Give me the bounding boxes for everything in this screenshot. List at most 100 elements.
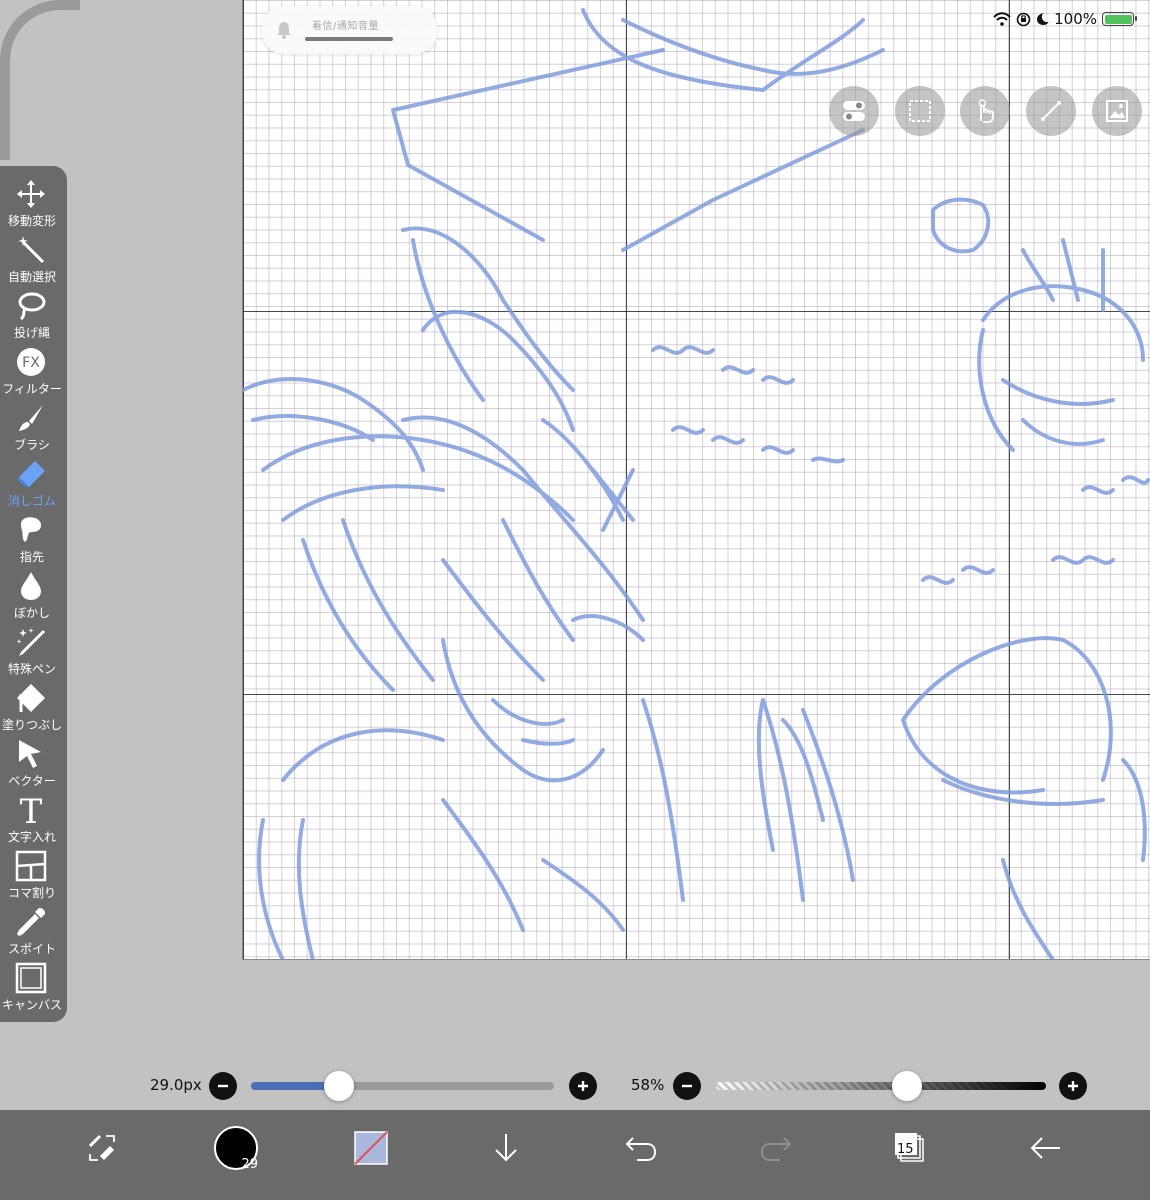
- opacity-slider-knob[interactable]: [892, 1071, 923, 1101]
- ruler-button[interactable]: [1026, 86, 1076, 136]
- svg-text:FX: FX: [22, 355, 40, 371]
- tool-special-pen[interactable]: 特殊ペン: [0, 620, 64, 676]
- tool-label: キャンバス: [1, 998, 62, 1012]
- device-frame-corner: [0, 0, 80, 160]
- tool-filter[interactable]: FX フィルター: [0, 340, 64, 396]
- download-button[interactable]: [482, 1124, 530, 1172]
- battery-icon: [1102, 12, 1137, 26]
- hand-touch-icon: [978, 99, 994, 123]
- arrow-down-icon: [495, 1134, 517, 1162]
- opacity-decrease-button[interactable]: [673, 1072, 701, 1100]
- rotation-lock-icon: [1016, 12, 1031, 26]
- opacity-increase-button[interactable]: [1059, 1072, 1087, 1100]
- brush-preview-circle: 29: [214, 1126, 258, 1172]
- drawing-canvas[interactable]: [242, 0, 1150, 960]
- tool-label: ブラシ: [14, 438, 50, 452]
- magic-wand-icon: [18, 236, 45, 264]
- selection-button[interactable]: [895, 86, 945, 136]
- toggle-icon: [843, 101, 865, 121]
- brush-preview-number: 29: [241, 1157, 258, 1172]
- plus-icon: [1068, 1081, 1078, 1091]
- tool-label: 指先: [19, 550, 44, 564]
- tool-label: 投げ縄: [13, 326, 50, 340]
- tool-label: コマ割り: [7, 886, 56, 900]
- tool-fill[interactable]: 塗りつぶし: [0, 676, 64, 732]
- text-icon: T: [20, 794, 43, 826]
- tool-finger[interactable]: 指先: [0, 508, 64, 564]
- bell-icon: [277, 22, 291, 39]
- transparent-color-icon: [354, 1131, 388, 1165]
- notification-text: 着信/通知音量: [312, 21, 379, 32]
- brush-size-increase-button[interactable]: [569, 1072, 597, 1100]
- redo-icon: [760, 1137, 792, 1161]
- undo-button[interactable]: [617, 1124, 665, 1172]
- bottom-toolbar: 29 15: [0, 1110, 1150, 1200]
- tool-label: 特殊ペン: [7, 662, 56, 676]
- tool-blur[interactable]: ぼかし: [0, 564, 64, 620]
- move-icon: [17, 180, 45, 208]
- opacity-slider[interactable]: [716, 1082, 1046, 1090]
- opacity-value: 58%: [631, 1076, 665, 1094]
- blur-drop-icon: [21, 572, 41, 600]
- tool-label: 消しゴム: [7, 494, 56, 508]
- panel-divide-icon: [15, 850, 47, 882]
- brush-icon: [19, 405, 43, 431]
- toggle-button[interactable]: [829, 86, 879, 136]
- tool-move-transform[interactable]: 移動変形: [0, 172, 64, 228]
- swap-brush-eraser-icon: [88, 1134, 115, 1161]
- tool-label: スポイト: [7, 942, 56, 956]
- tool-lasso[interactable]: 投げ縄: [0, 284, 64, 340]
- plus-icon: [578, 1081, 588, 1091]
- special-pen-icon: [16, 628, 45, 656]
- brush-size-decrease-button[interactable]: [209, 1072, 237, 1100]
- eyedropper-icon: [17, 908, 45, 936]
- image-layer-icon: [1106, 100, 1128, 122]
- tool-label: ぼかし: [13, 606, 50, 620]
- svg-text:T: T: [20, 794, 43, 826]
- layers-button[interactable]: 15: [886, 1124, 934, 1172]
- minus-icon: [218, 1084, 228, 1088]
- tool-label: ベクター: [8, 774, 56, 788]
- swap-tool-button[interactable]: [78, 1124, 126, 1172]
- ruler-icon: [1041, 101, 1061, 121]
- tool-label: 塗りつぶし: [1, 718, 63, 732]
- undo-icon: [625, 1137, 657, 1161]
- image-layer-button[interactable]: [1092, 86, 1142, 136]
- finger-smudge-icon: [21, 517, 42, 542]
- tool-auto-select[interactable]: 自動選択: [0, 228, 64, 284]
- touch-button[interactable]: [960, 86, 1010, 136]
- volume-notification: 着信/通知音量: [262, 6, 437, 54]
- brush-size-slider-knob[interactable]: [323, 1071, 354, 1101]
- lasso-icon: [18, 292, 46, 321]
- brush-size-value: 29.0px: [150, 1076, 202, 1094]
- fill-bucket-icon: [17, 684, 45, 712]
- tool-label: フィルター: [2, 382, 62, 396]
- brush-size-slider[interactable]: [251, 1082, 554, 1090]
- moon-icon: [1037, 13, 1049, 25]
- tool-palette: 移動変形 自動選択 投げ縄 FX フィルター ブラシ 消しゴム 指先 ぼかし 特…: [0, 166, 67, 1022]
- selection-icon: [909, 100, 931, 122]
- back-button[interactable]: [1022, 1124, 1070, 1172]
- brush-preview-button[interactable]: 29: [212, 1124, 260, 1172]
- wifi-icon: [993, 12, 1011, 26]
- vector-cursor-icon: [19, 740, 41, 768]
- color-swatch-button[interactable]: [347, 1124, 395, 1172]
- tool-canvas[interactable]: キャンバス: [0, 956, 64, 1012]
- tool-label: 移動変形: [7, 214, 56, 228]
- sketch-artwork: [243, 8, 1150, 959]
- tool-panel-divide[interactable]: コマ割り: [0, 844, 64, 900]
- eraser-icon: [17, 461, 45, 487]
- canvas-icon: [15, 962, 47, 994]
- tool-eyedropper[interactable]: スポイト: [0, 900, 64, 956]
- filter-fx-icon: FX: [17, 348, 45, 376]
- tool-brush[interactable]: ブラシ: [0, 396, 64, 452]
- tool-text[interactable]: T 文字入れ: [0, 788, 64, 844]
- tool-vector[interactable]: ベクター: [0, 732, 64, 788]
- volume-bar: [305, 37, 393, 41]
- battery-percent: 100%: [1054, 10, 1097, 28]
- tool-label: 自動選択: [7, 270, 56, 284]
- tool-eraser[interactable]: 消しゴム: [0, 452, 64, 508]
- redo-button[interactable]: [752, 1124, 800, 1172]
- minus-icon: [682, 1084, 692, 1088]
- slider-row: 29.0px 58%: [0, 1064, 1150, 1108]
